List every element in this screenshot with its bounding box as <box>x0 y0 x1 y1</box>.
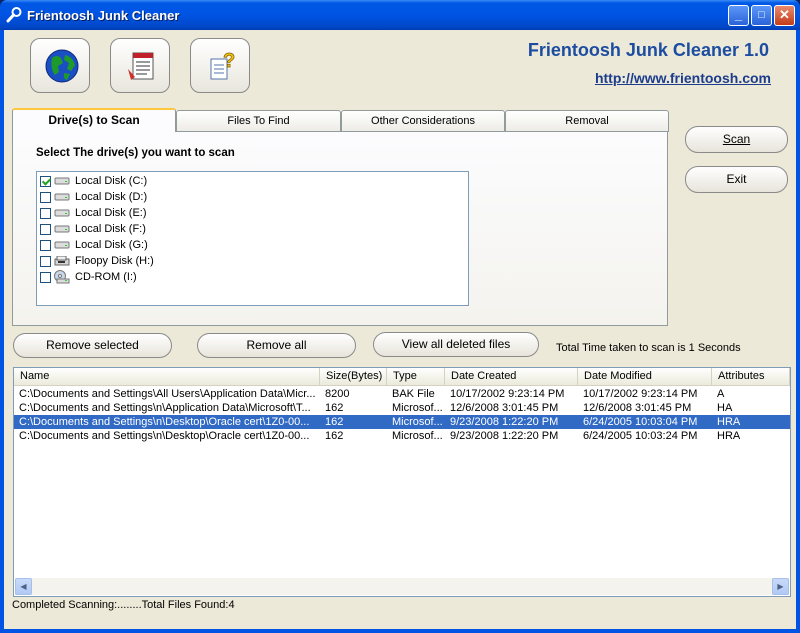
drive-checkbox[interactable] <box>40 271 51 283</box>
cell-attributes: HA <box>717 402 733 414</box>
help-button[interactable]: ? <box>190 38 250 93</box>
column-header-name[interactable]: Name <box>14 368 320 385</box>
floppy-disk-icon <box>54 256 70 266</box>
cell-size: 162 <box>325 402 344 414</box>
column-header-date-created[interactable]: Date Created <box>445 368 578 385</box>
cell-attributes: HRA <box>717 416 741 428</box>
view-deleted-files-button[interactable]: View all deleted files <box>373 332 539 357</box>
drive-label: Local Disk (C:) <box>75 175 148 187</box>
drive-item-g[interactable]: Local Disk (G:) <box>40 237 148 253</box>
drive-checkbox[interactable] <box>40 223 51 235</box>
website-link[interactable]: http://www.frientoosh.com <box>595 70 771 86</box>
table-row[interactable]: C:\Documents and Settings\n\Desktop\Orac… <box>14 429 790 443</box>
table-row[interactable]: C:\Documents and Settings\n\Application … <box>14 401 790 415</box>
drive-item-i[interactable]: CD-ROM (I:) <box>40 269 137 285</box>
client-area: ? Frientoosh Junk Cleaner 1.0 http://www… <box>4 30 796 629</box>
cell-attributes: A <box>717 388 725 400</box>
table-row[interactable]: C:\Documents and Settings\All Users\Appl… <box>14 387 790 401</box>
drive-checkbox[interactable] <box>40 239 51 251</box>
hard-disk-icon <box>54 225 70 233</box>
cell-name: C:\Documents and Settings\n\Application … <box>19 402 311 414</box>
globe-icon <box>45 49 79 83</box>
remove-selected-button[interactable]: Remove selected <box>13 333 172 358</box>
web-button[interactable] <box>30 38 90 93</box>
drive-checkbox[interactable] <box>40 175 51 187</box>
drive-item-e[interactable]: Local Disk (E:) <box>40 205 147 221</box>
tab-control: Drive(s) to Scan Files To Find Other Con… <box>12 108 669 326</box>
drive-label: Local Disk (F:) <box>75 223 146 235</box>
notepad-icon <box>128 52 154 80</box>
cell-date-modified: 6/24/2005 10:03:24 PM <box>583 430 698 442</box>
cell-size: 162 <box>325 430 344 442</box>
cell-attributes: HRA <box>717 430 741 442</box>
drive-checkbox[interactable] <box>40 207 51 219</box>
maximize-button[interactable]: □ <box>751 5 772 26</box>
close-button[interactable]: ✕ <box>774 5 795 26</box>
tab-drives-to-scan[interactable]: Drive(s) to Scan <box>12 108 176 132</box>
cell-name: C:\Documents and Settings\n\Desktop\Orac… <box>19 416 310 428</box>
drive-item-d[interactable]: Local Disk (D:) <box>40 189 147 205</box>
drive-label: Floopy Disk (H:) <box>75 255 154 267</box>
column-header-attributes[interactable]: Attributes <box>712 368 790 385</box>
drive-label: CD-ROM (I:) <box>75 271 137 283</box>
cell-date-created: 9/23/2008 1:22:20 PM <box>450 430 559 442</box>
minimize-button[interactable]: _ <box>728 5 749 26</box>
cell-date-modified: 6/24/2005 10:03:04 PM <box>583 416 698 428</box>
app-title: Frientoosh Junk Cleaner 1.0 <box>527 40 769 60</box>
drive-label: Local Disk (G:) <box>75 239 148 251</box>
drive-checkbox[interactable] <box>40 255 51 267</box>
hard-disk-icon <box>54 209 70 217</box>
table-row-selected[interactable]: C:\Documents and Settings\n\Desktop\Orac… <box>14 415 790 429</box>
drive-checkbox[interactable] <box>40 191 51 203</box>
cell-size: 8200 <box>325 388 350 400</box>
cell-type: BAK File <box>392 388 435 400</box>
scroll-right-icon[interactable]: ▶ <box>772 578 789 595</box>
hard-disk-icon <box>54 177 70 185</box>
exit-button[interactable]: Exit <box>685 166 788 193</box>
drive-checklist[interactable]: Local Disk (C:) Local Disk (D:) Local Di… <box>36 171 469 306</box>
cell-date-created: 12/6/2008 3:01:45 PM <box>450 402 559 414</box>
cell-date-modified: 10/17/2002 9:23:14 PM <box>583 388 698 400</box>
cell-size: 162 <box>325 416 344 428</box>
column-header-size[interactable]: Size(Bytes) <box>320 368 387 385</box>
cd-rom-icon <box>54 270 70 284</box>
help-icon: ? <box>210 50 236 80</box>
drive-label: Local Disk (E:) <box>75 207 147 219</box>
app-wrench-icon <box>6 7 22 23</box>
window-title: Frientoosh Junk Cleaner <box>27 8 180 23</box>
horizontal-scrollbar[interactable]: ◀ ▶ <box>15 578 789 595</box>
remove-all-button[interactable]: Remove all <box>197 333 356 358</box>
title-bar[interactable]: Frientoosh Junk Cleaner _ □ ✕ <box>0 0 800 30</box>
cell-name: C:\Documents and Settings\n\Desktop\Orac… <box>19 430 310 442</box>
drive-item-c[interactable]: Local Disk (C:) <box>40 173 147 189</box>
cell-name: C:\Documents and Settings\All Users\Appl… <box>19 388 316 400</box>
tab-files-to-find[interactable]: Files To Find <box>176 110 341 132</box>
drive-item-f[interactable]: Local Disk (F:) <box>40 221 146 237</box>
scan-button[interactable]: Scan <box>685 126 788 153</box>
cell-date-modified: 12/6/2008 3:01:45 PM <box>583 402 692 414</box>
results-header: Name Size(Bytes) Type Date Created Date … <box>14 368 790 386</box>
app-window: Frientoosh Junk Cleaner _ □ ✕ ? Frientoo… <box>0 0 800 633</box>
drives-panel-label: Select The drive(s) you want to scan <box>36 147 235 159</box>
cell-type: Microsof... <box>392 402 443 414</box>
column-header-type[interactable]: Type <box>387 368 445 385</box>
log-button[interactable] <box>110 38 170 93</box>
svg-text:?: ? <box>223 50 235 72</box>
drive-item-h[interactable]: Floopy Disk (H:) <box>40 253 154 269</box>
results-list[interactable]: Name Size(Bytes) Type Date Created Date … <box>13 367 791 597</box>
cell-date-created: 10/17/2002 9:23:14 PM <box>450 388 565 400</box>
column-header-date-modified[interactable]: Date Modified <box>578 368 712 385</box>
tab-other-considerations[interactable]: Other Considerations <box>341 110 505 132</box>
cell-type: Microsof... <box>392 416 443 428</box>
hard-disk-icon <box>54 241 70 249</box>
scroll-left-icon[interactable]: ◀ <box>15 578 32 595</box>
tab-removal[interactable]: Removal <box>505 110 669 132</box>
cell-type: Microsof... <box>392 430 443 442</box>
hard-disk-icon <box>54 193 70 201</box>
status-bar: Completed Scanning:........Total Files F… <box>12 599 235 611</box>
drive-label: Local Disk (D:) <box>75 191 148 203</box>
cell-date-created: 9/23/2008 1:22:20 PM <box>450 416 559 428</box>
scan-time-label: Total Time taken to scan is 1 Seconds <box>556 342 741 354</box>
drives-tab-panel: Select The drive(s) you want to scan Loc… <box>12 131 668 326</box>
